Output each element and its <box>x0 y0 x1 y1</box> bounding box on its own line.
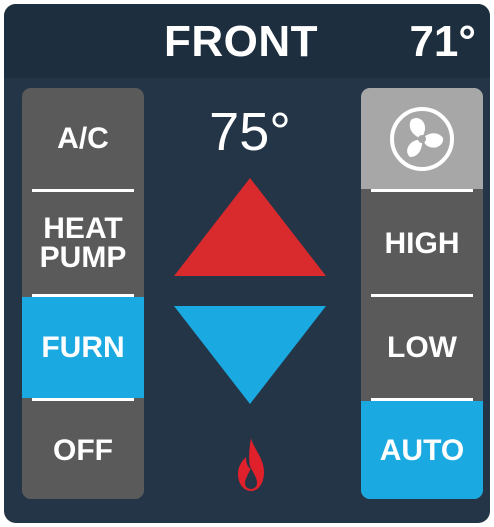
mode-label-off: OFF <box>53 433 113 467</box>
mode-label-ac: A/C <box>57 122 109 155</box>
temperature-down-button[interactable] <box>174 306 326 404</box>
flame-icon <box>238 438 264 491</box>
mode-button-heat-pump[interactable]: HEAT PUMP <box>22 192 144 294</box>
fan-button[interactable] <box>361 88 483 189</box>
fan-selector: HIGH LOW AUTO <box>361 88 483 499</box>
setpoint-temperature: 75° <box>209 102 291 162</box>
fan-button-high[interactable]: HIGH <box>361 192 483 294</box>
fan-button-low[interactable]: LOW <box>361 297 483 398</box>
current-temperature: 71° <box>409 17 476 66</box>
fan-label-auto: AUTO <box>379 433 465 467</box>
mode-button-ac[interactable]: A/C <box>22 88 144 189</box>
thermostat-panel: FRONT 71° A/C HEAT PUMP FURN OFF 75° HIG… <box>4 4 490 523</box>
fan-label-high: HIGH <box>384 226 460 260</box>
fan-button-auto[interactable]: AUTO <box>361 401 483 499</box>
temperature-up-button[interactable] <box>174 178 326 276</box>
fan-icon <box>390 106 454 171</box>
mode-label-furnace: FURN <box>41 331 125 364</box>
header-bar: FRONT 71° <box>4 4 490 78</box>
fan-label-low: LOW <box>387 331 457 364</box>
mode-button-furnace[interactable]: FURN <box>22 297 144 398</box>
mode-button-off[interactable]: OFF <box>22 401 144 499</box>
up-arrow-icon <box>174 178 326 276</box>
down-arrow-icon <box>174 306 326 404</box>
zone-title: FRONT <box>164 17 319 66</box>
mode-label-heat-pump: HEAT PUMP <box>39 212 127 274</box>
mode-selector: A/C HEAT PUMP FURN OFF <box>22 88 144 499</box>
